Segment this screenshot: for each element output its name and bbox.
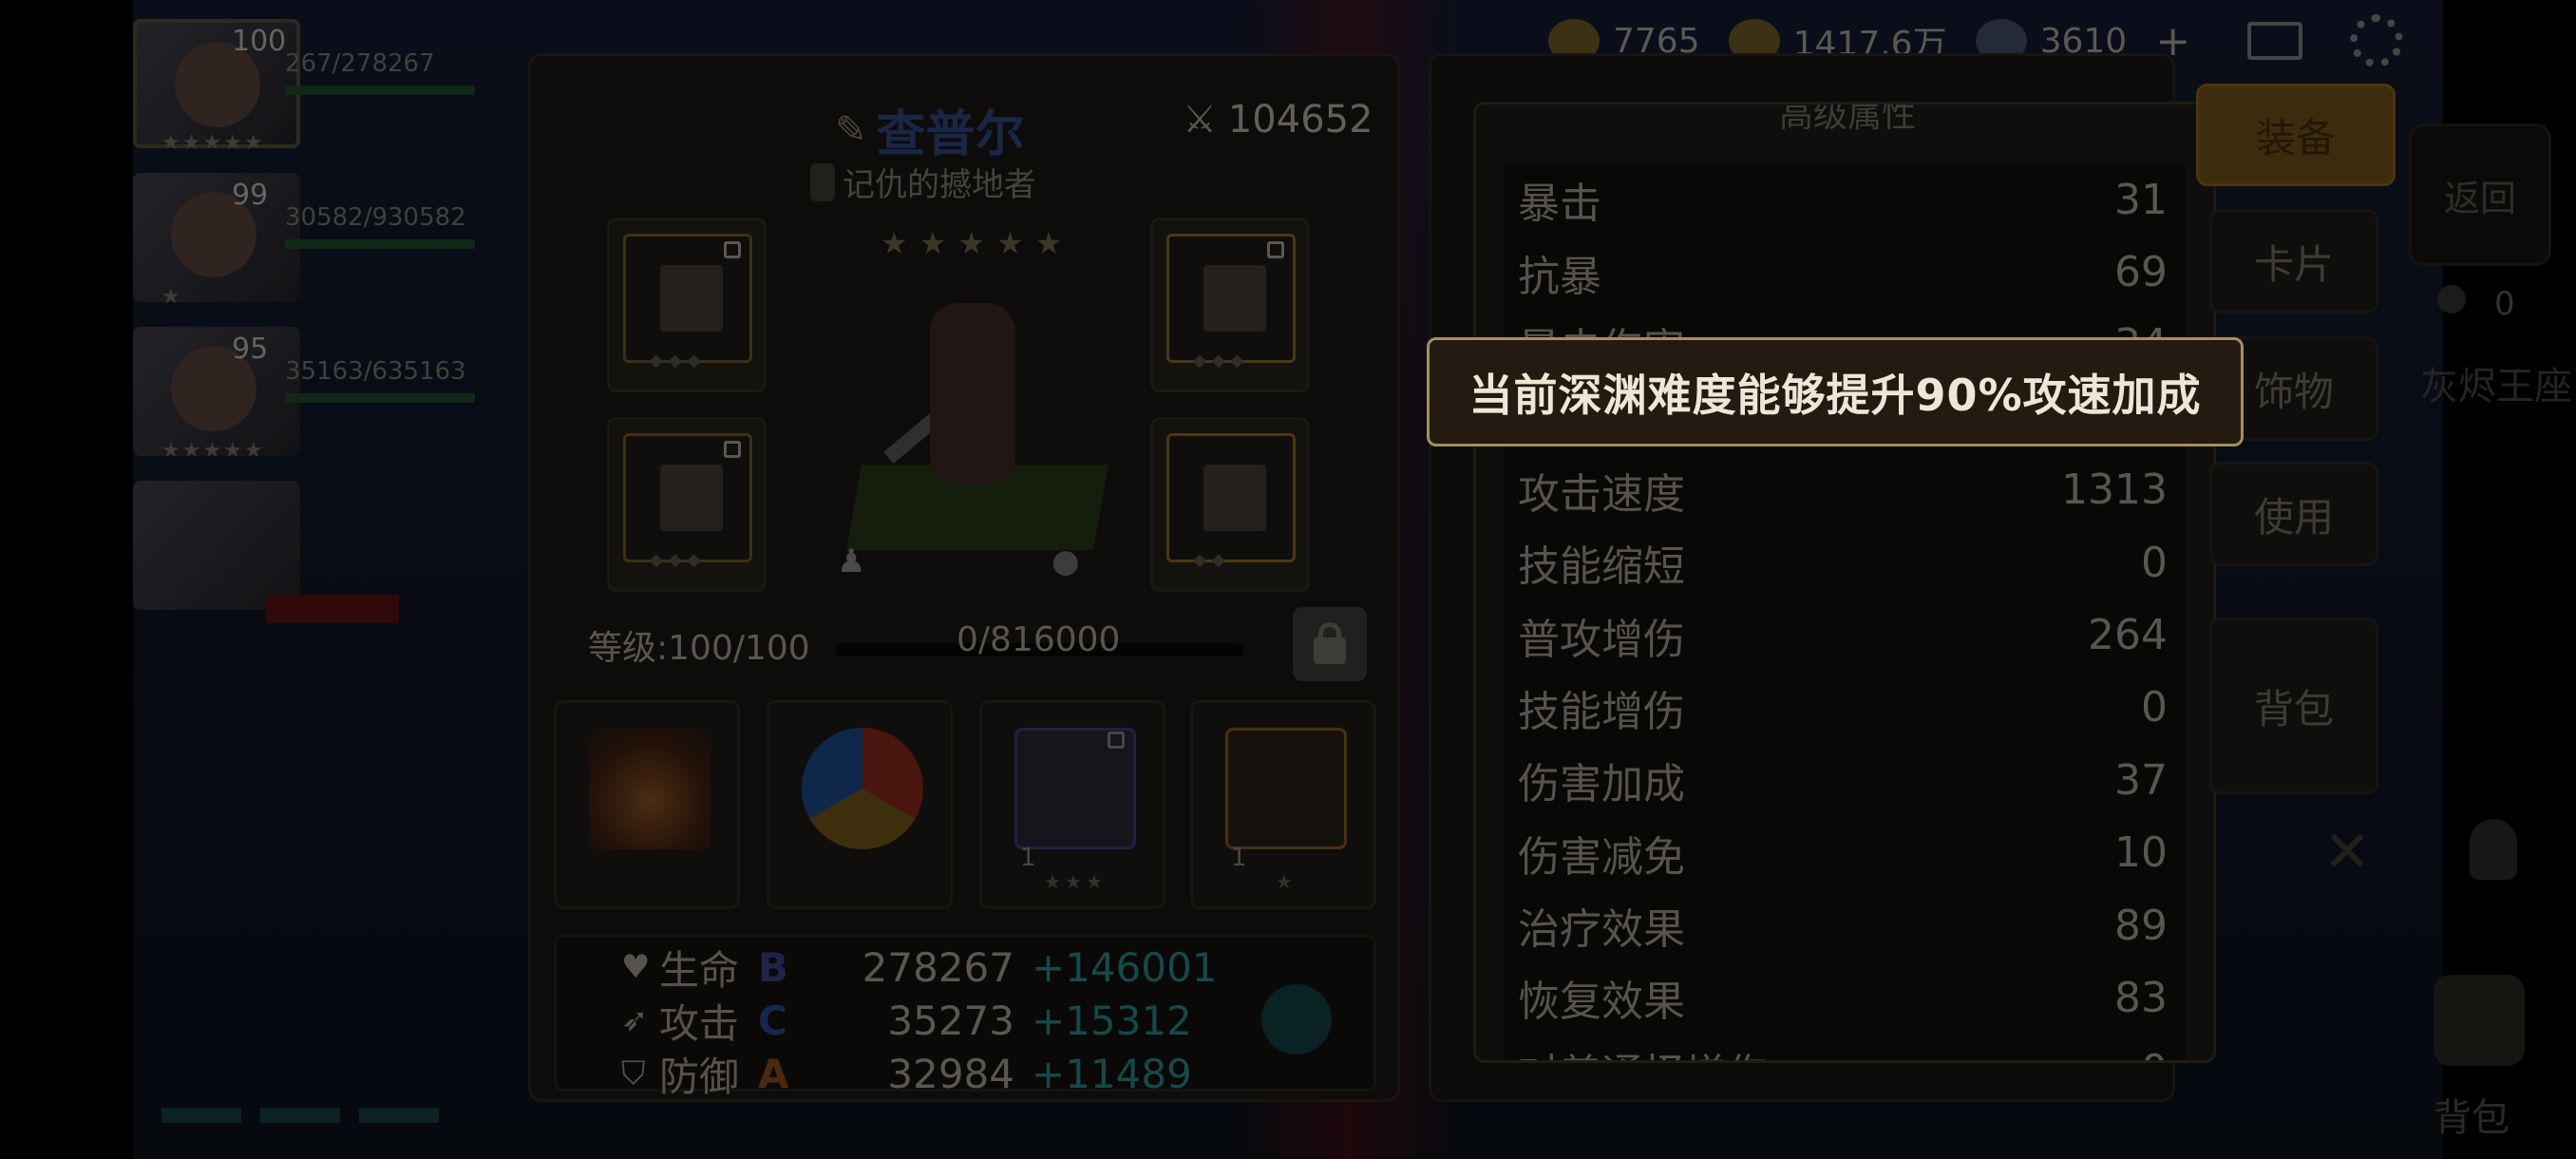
abyss-tooltip: 当前深渊难度能够提升90%攻速加成 [1427, 337, 2244, 446]
dim-overlay[interactable] [0, 0, 2576, 1159]
